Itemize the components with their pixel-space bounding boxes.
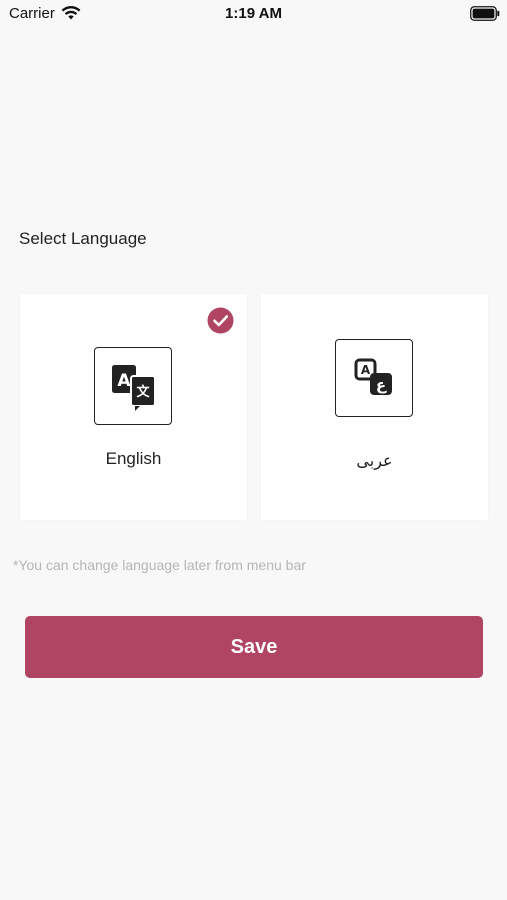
hint-text: *You can change language later from menu… <box>13 557 306 573</box>
svg-text:文: 文 <box>136 384 150 400</box>
save-button[interactable]: Save <box>25 616 483 678</box>
svg-text:ع: ع <box>376 376 387 394</box>
arabic-translate-icon: A ع <box>335 339 413 417</box>
language-option-arabic[interactable]: A ع عربى <box>261 294 488 520</box>
svg-text:A: A <box>117 371 131 391</box>
battery-icon <box>470 6 500 21</box>
section-title: Select Language <box>19 229 147 248</box>
selected-check-icon <box>207 307 234 334</box>
language-option-english[interactable]: A 文 English <box>20 294 247 520</box>
language-label-english: English <box>105 449 162 468</box>
translate-icon: A 文 <box>94 347 172 425</box>
language-label-arabic: عربى <box>356 451 393 470</box>
svg-text:A: A <box>361 363 371 377</box>
status-bar: Carrier 1:19 AM <box>0 0 507 28</box>
status-time: 1:19 AM <box>225 5 282 22</box>
